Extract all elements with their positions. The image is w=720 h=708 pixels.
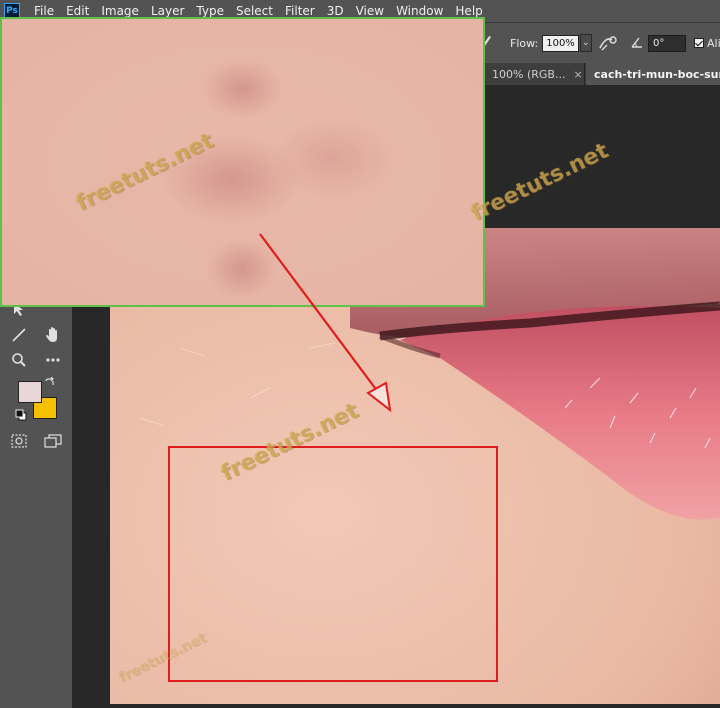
screen-mode-icon[interactable] — [40, 429, 66, 453]
tab-label: cach-tri-mun-boc-sung- — [594, 67, 720, 81]
flow-dropdown-button[interactable]: ⌄ — [579, 34, 592, 52]
more-icon[interactable] — [40, 348, 66, 372]
tab-document-1[interactable]: 100% (RGB... × — [484, 63, 585, 85]
flow-input[interactable]: 100% — [542, 34, 579, 52]
angle-input[interactable]: 0° — [648, 34, 686, 52]
align-label: Alig — [707, 36, 720, 50]
align-checkbox[interactable] — [694, 38, 704, 48]
flow-label: Flow: — [510, 36, 539, 50]
zoomed-before-inset — [0, 17, 485, 307]
quick-mask-icon[interactable] — [6, 429, 32, 453]
swap-colors-icon[interactable] — [42, 376, 58, 390]
chevron-down-icon: ⌄ — [582, 38, 590, 48]
tab-document-2[interactable]: cach-tri-mun-boc-sung- — [586, 63, 720, 85]
foreground-color-swatch[interactable] — [18, 381, 42, 403]
tab-label: 100% (RGB... — [492, 67, 566, 81]
angle-icon — [630, 35, 644, 52]
zoom-icon[interactable] — [6, 348, 32, 372]
hand-icon[interactable] — [40, 323, 66, 347]
default-colors-icon[interactable] — [14, 408, 28, 422]
after-highlight-box — [168, 446, 498, 682]
close-icon[interactable]: × — [573, 68, 582, 81]
line-icon[interactable] — [6, 323, 32, 347]
pressure-icon[interactable] — [598, 23, 618, 63]
